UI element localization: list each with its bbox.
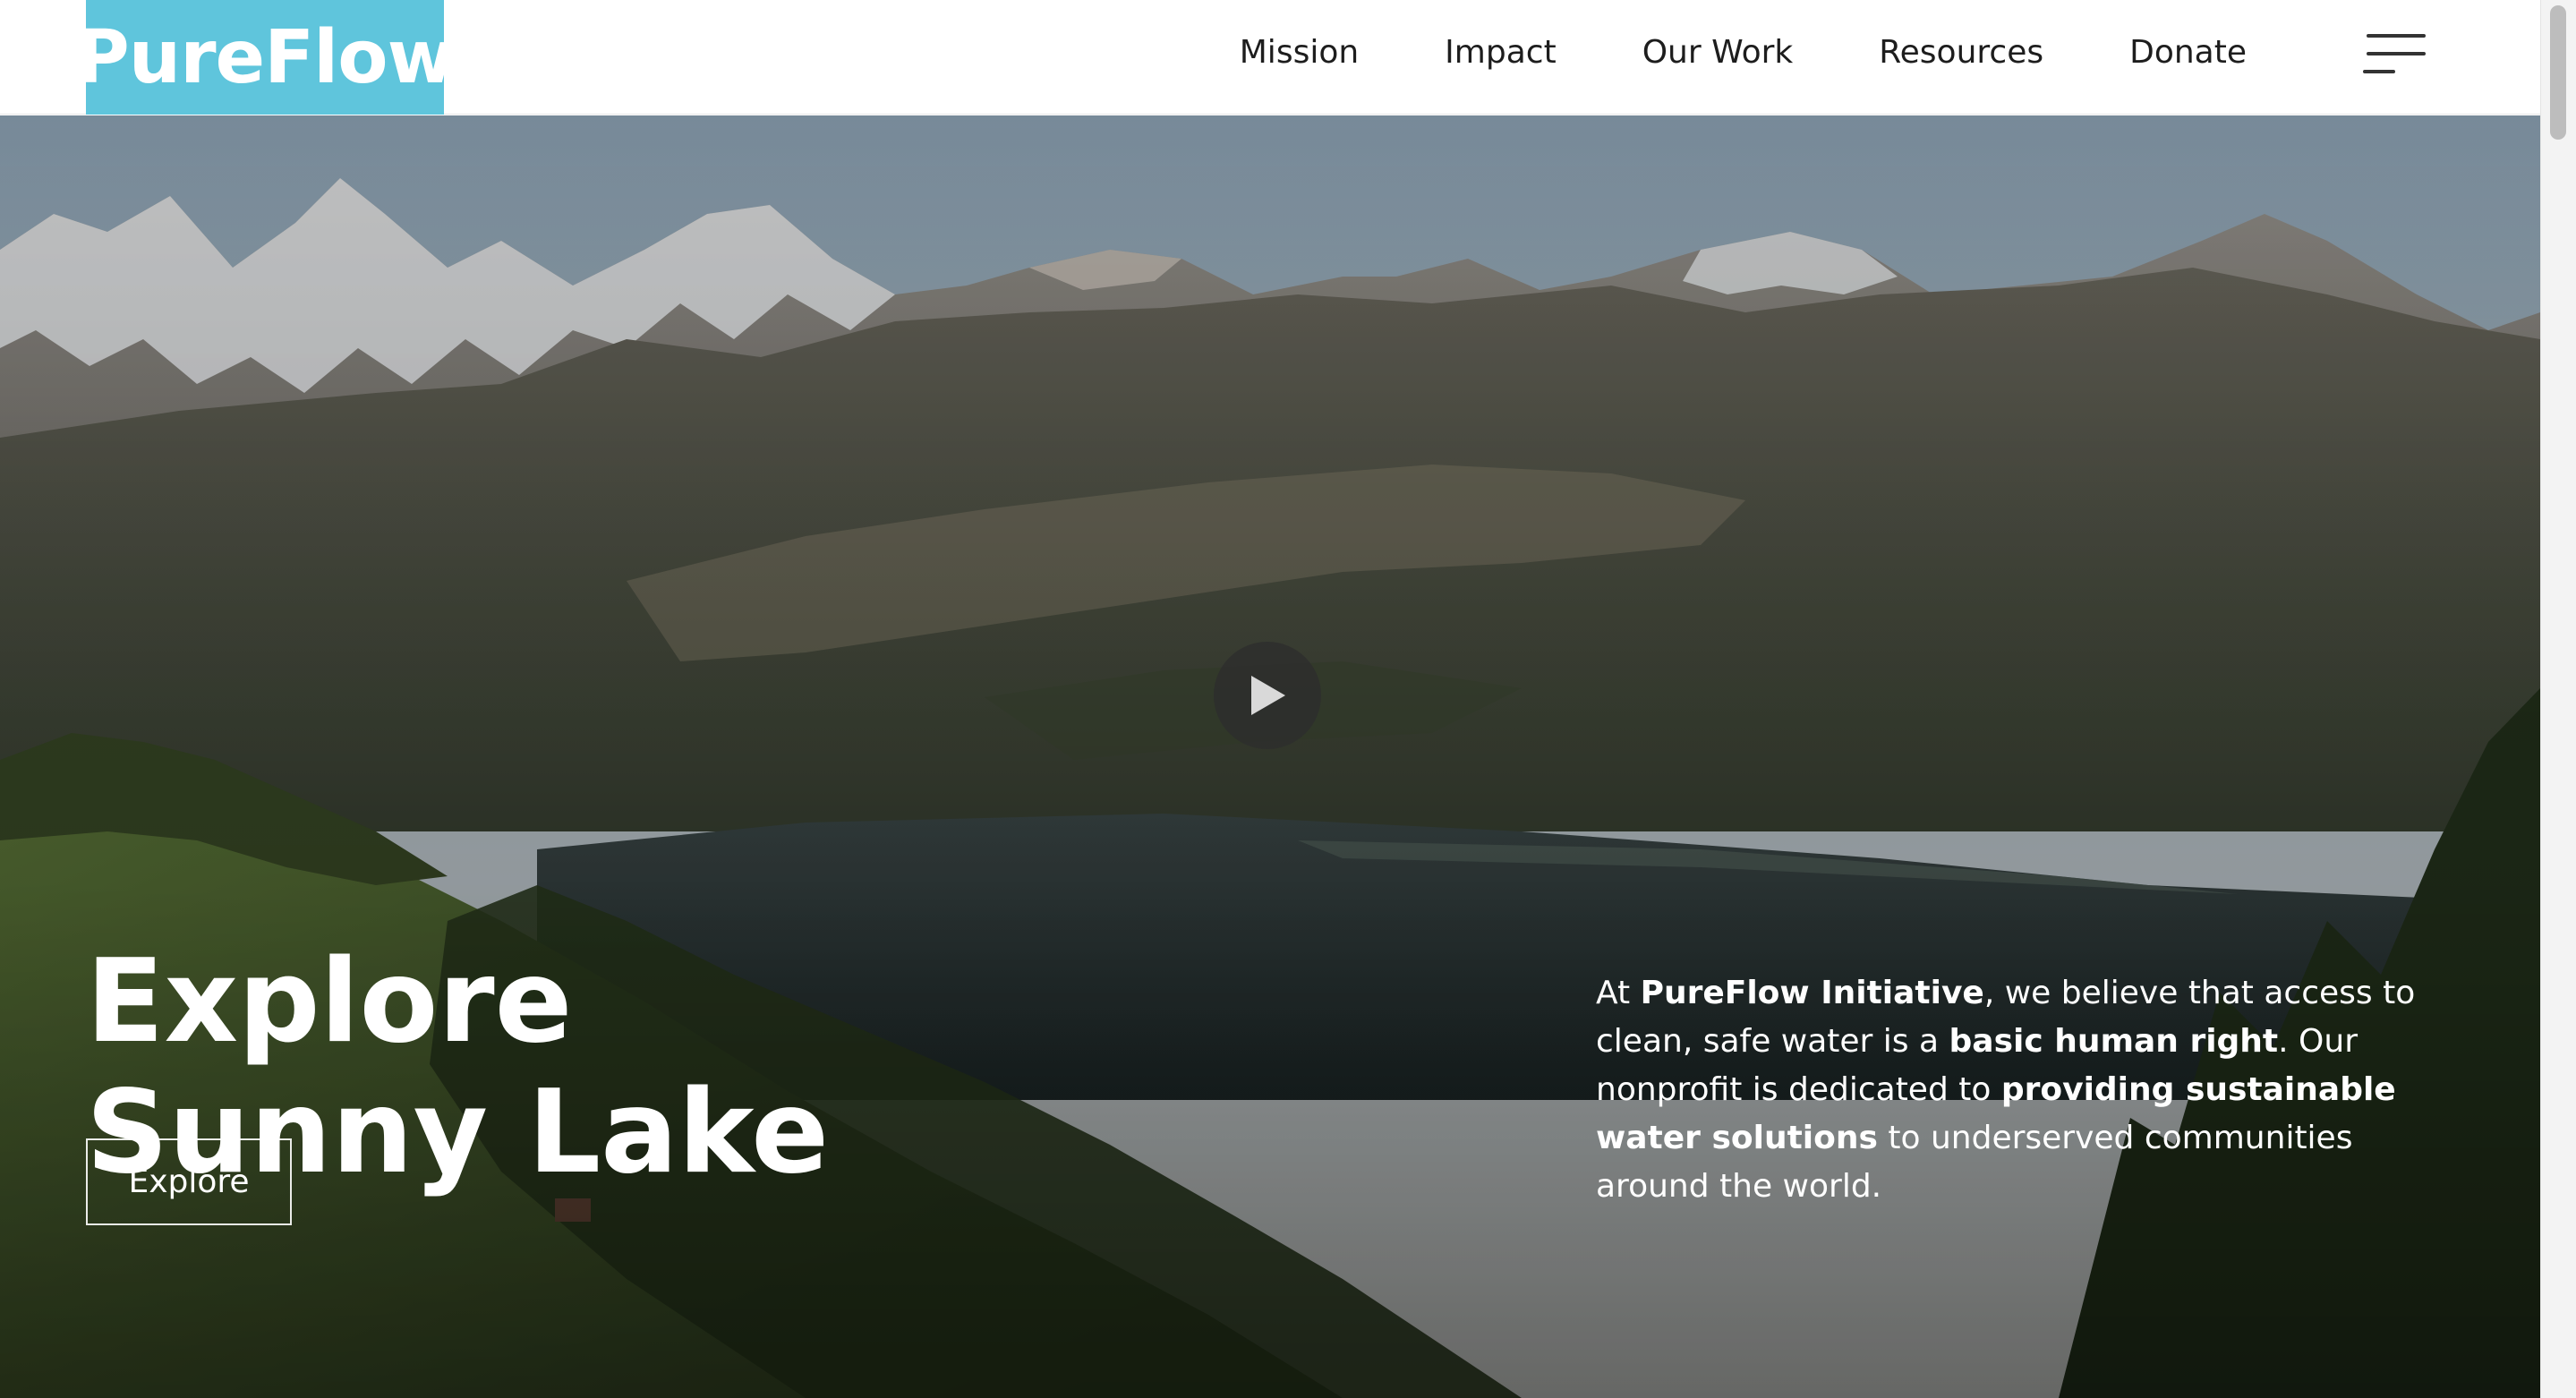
play-icon bbox=[1251, 676, 1285, 715]
play-video-button[interactable] bbox=[1214, 642, 1321, 749]
nav-link-mission[interactable]: Mission bbox=[1240, 34, 1359, 71]
intro-text-1: At bbox=[1596, 975, 1641, 1011]
logo[interactable]: PureFlow bbox=[76, 0, 455, 115]
hero-title-line-1: Explore bbox=[86, 935, 573, 1069]
hero-section: Explore Sunny Lake Explore At PureFlow I… bbox=[0, 115, 2540, 1398]
logo-text: PureFlow bbox=[75, 14, 456, 100]
nav-link-resources[interactable]: Resources bbox=[1879, 34, 2043, 71]
nav-link-donate[interactable]: Donate bbox=[2129, 34, 2247, 71]
main-nav: Mission Impact Our Work Resources Donate bbox=[1240, 0, 2247, 104]
nav-link-our-work[interactable]: Our Work bbox=[1642, 34, 1794, 71]
page: PureFlow Mission Impact Our Work Resourc… bbox=[0, 0, 2576, 1398]
nav-link-impact[interactable]: Impact bbox=[1445, 34, 1557, 71]
intro-paragraph: At PureFlow Initiative, we believe that … bbox=[1596, 969, 2455, 1211]
intro-bold-right: basic human right bbox=[1949, 1023, 2279, 1060]
scrollbar-thumb[interactable] bbox=[2550, 5, 2566, 140]
site-header: PureFlow Mission Impact Our Work Resourc… bbox=[0, 0, 2540, 115]
explore-button[interactable]: Explore bbox=[86, 1138, 292, 1225]
hamburger-menu-icon[interactable] bbox=[2363, 32, 2426, 77]
page-scrollbar[interactable] bbox=[2540, 0, 2576, 1398]
intro-bold-org: PureFlow Initiative bbox=[1640, 975, 1984, 1011]
